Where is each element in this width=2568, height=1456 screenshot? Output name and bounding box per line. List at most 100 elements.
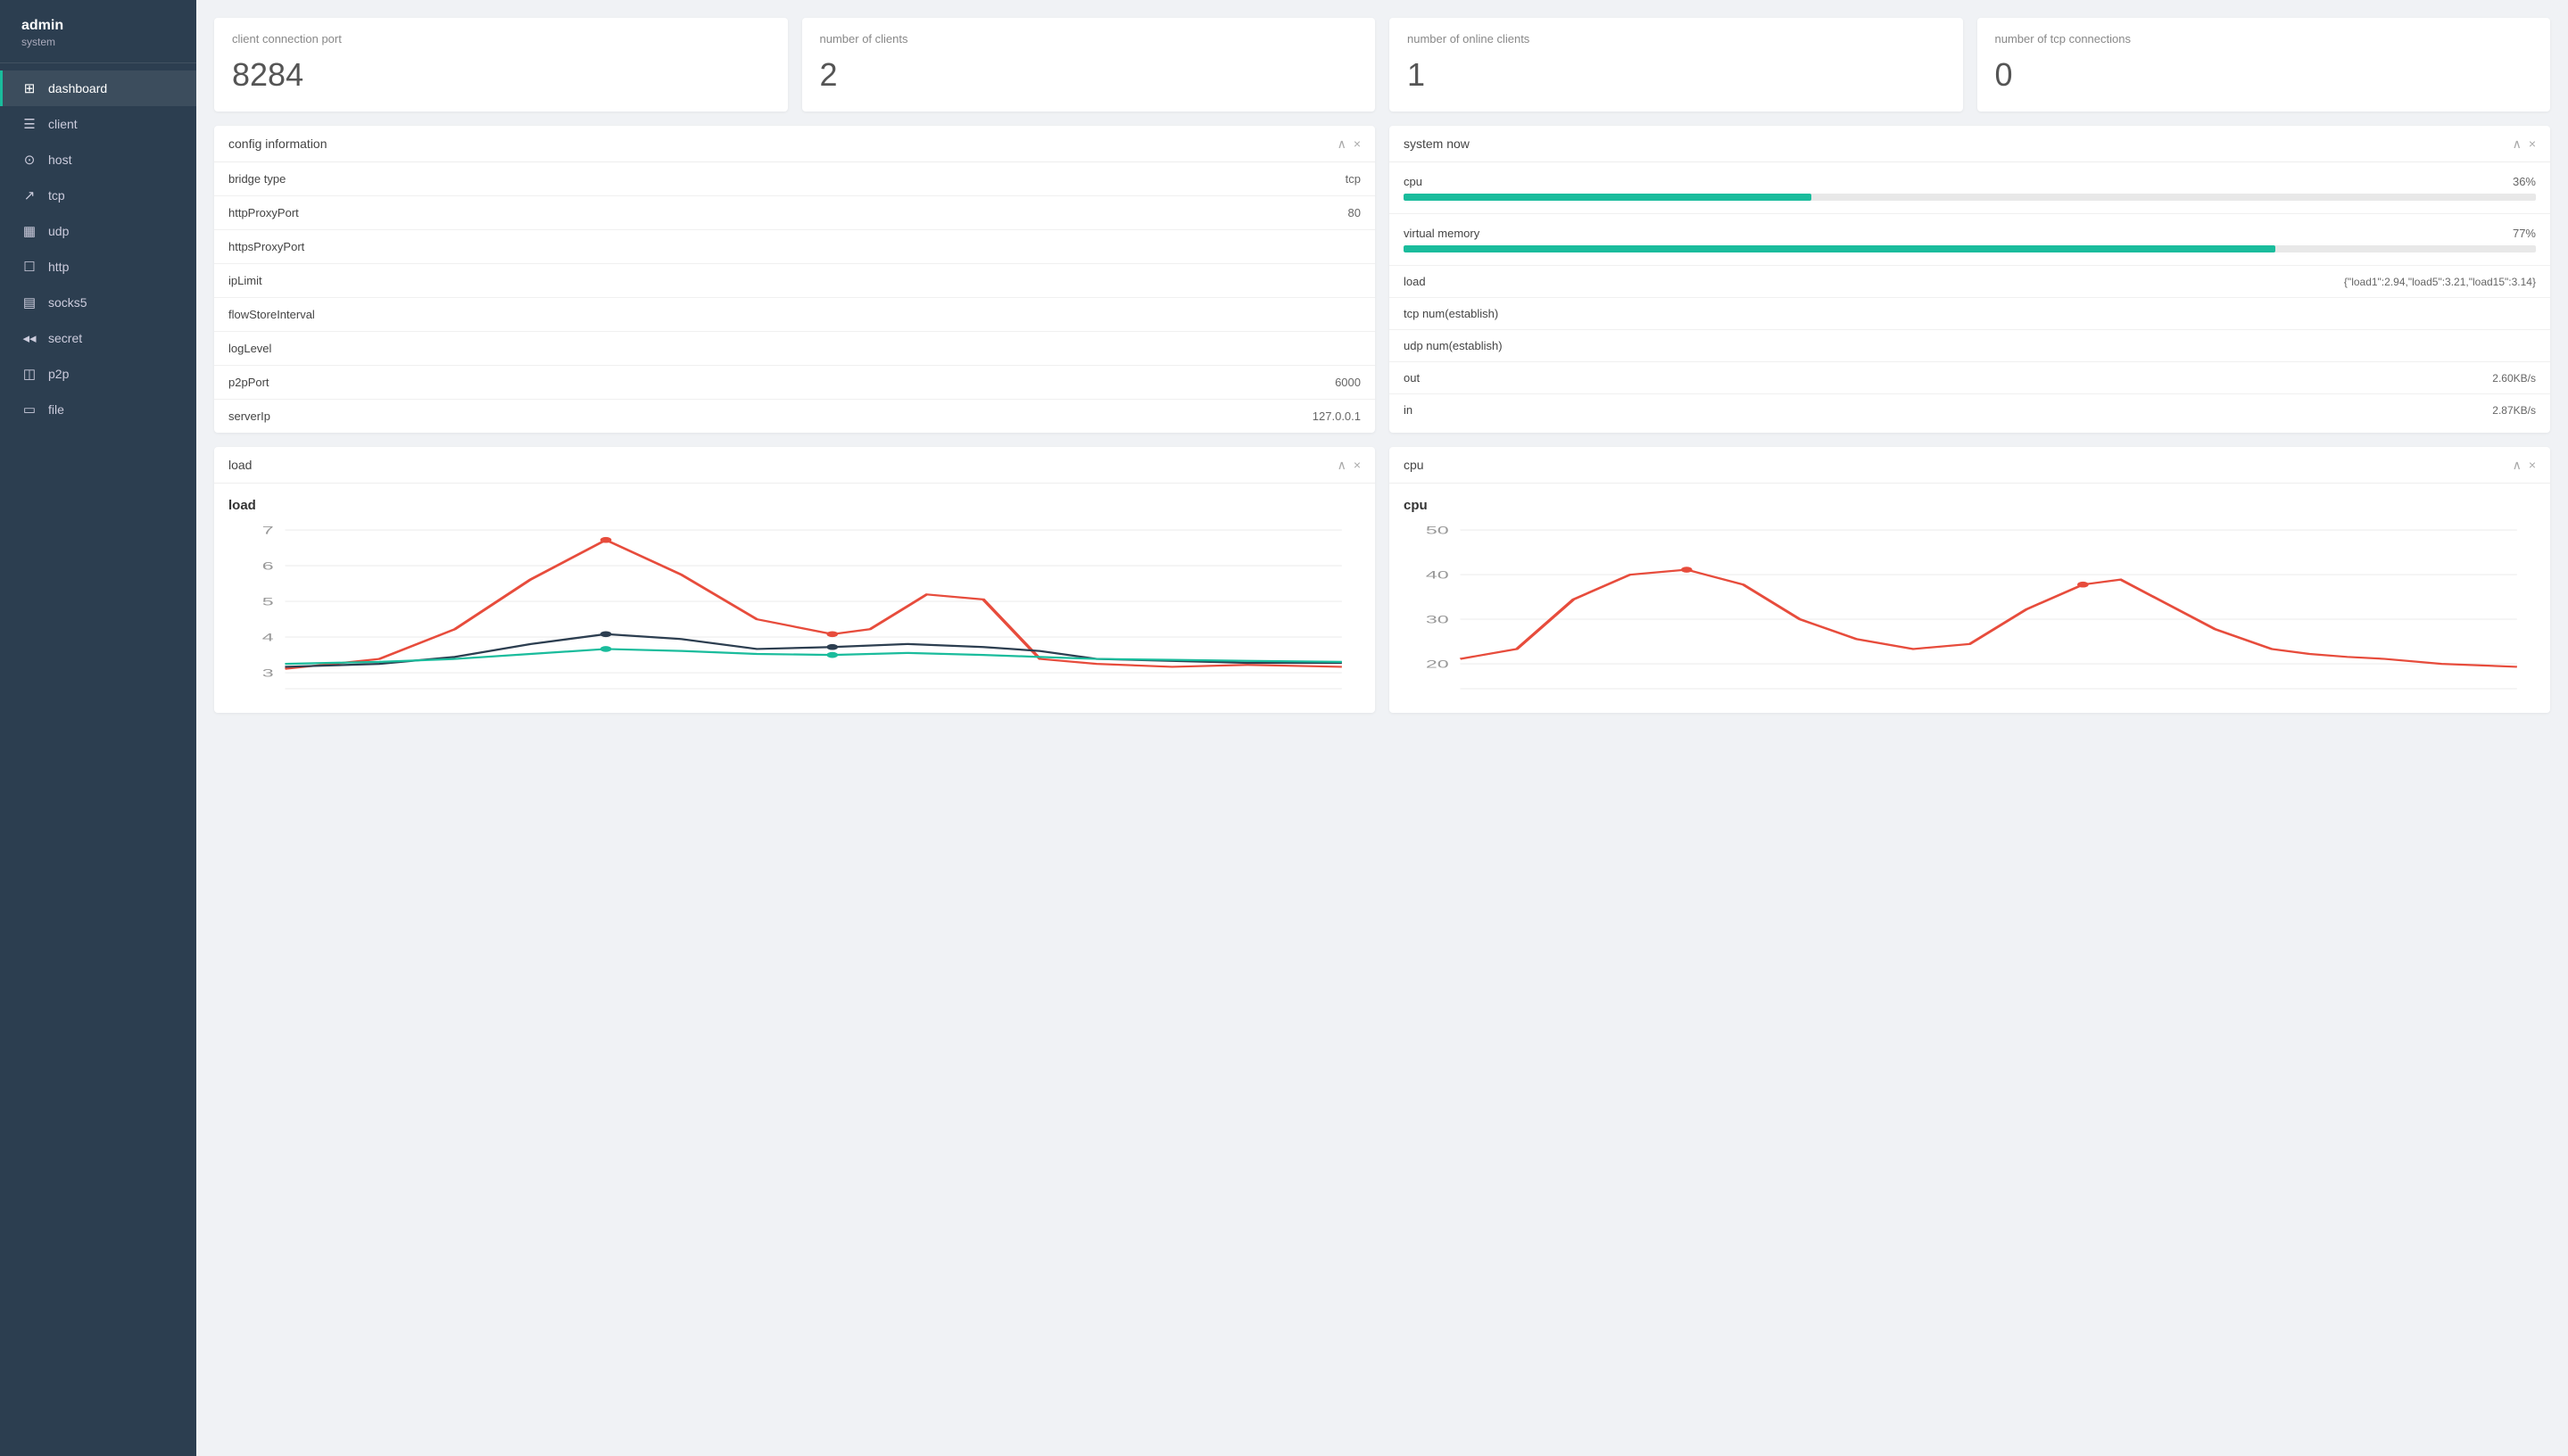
cpu-chart-title: cpu — [1404, 458, 1424, 472]
system-panel: system now ∧ × cpu 36% virtual memory — [1389, 126, 2550, 433]
sidebar-item-http[interactable]: ☐ http — [0, 249, 196, 285]
config-value-server-ip: 127.0.0.1 — [1313, 410, 1361, 423]
config-key-https-proxy-port: httpsProxyPort — [228, 240, 304, 253]
sidebar-item-p2p[interactable]: ◫ p2p — [0, 356, 196, 392]
system-panel-header: system now ∧ × — [1389, 126, 2550, 162]
config-row-server-ip: serverIp 127.0.0.1 — [214, 400, 1375, 433]
client-icon: ☰ — [21, 116, 37, 132]
stat-card-num-clients: number of clients 2 — [802, 18, 1376, 112]
sidebar-item-client[interactable]: ☰ client — [0, 106, 196, 142]
svg-text:30: 30 — [1426, 613, 1449, 625]
system-panel-controls: ∧ × — [2513, 137, 2536, 150]
config-table: bridge type tcp httpProxyPort 80 httpsPr… — [214, 162, 1375, 433]
sidebar-item-label: http — [48, 260, 69, 274]
svg-text:50: 50 — [1426, 524, 1449, 536]
cpu-chart-header: cpu ∧ × — [1389, 447, 2550, 484]
vmem-progress-fill — [1404, 245, 2275, 252]
load-chart-header: load ∧ × — [214, 447, 1375, 484]
load-chart-controls: ∧ × — [1338, 459, 1361, 471]
sidebar-item-dashboard[interactable]: ⊞ dashboard — [0, 70, 196, 106]
tcp-icon: ↗ — [21, 187, 37, 203]
load-chart-title: load — [228, 458, 252, 472]
load-close-button[interactable]: × — [1354, 459, 1361, 471]
config-row-flow-store: flowStoreInterval — [214, 298, 1375, 332]
cpu-chart-container: 50 40 30 20 — [1404, 520, 2536, 699]
sidebar-item-label: tcp — [48, 188, 65, 203]
sidebar-item-label: client — [48, 117, 78, 131]
secret-icon: ◂◂ — [21, 330, 37, 346]
system-collapse-button[interactable]: ∧ — [2513, 137, 2522, 150]
cpu-section: cpu 36% — [1389, 162, 2550, 214]
p2p-icon: ◫ — [21, 366, 37, 382]
config-row-p2p-port: p2pPort 6000 — [214, 366, 1375, 400]
in-key: in — [1404, 403, 1412, 417]
svg-text:6: 6 — [262, 559, 274, 572]
vmem-pct: 77% — [2513, 227, 2536, 240]
system-row-out: out 2.60KB/s — [1389, 362, 2550, 394]
load-key: load — [1404, 275, 1426, 288]
sidebar-header: admin system — [0, 0, 196, 63]
stat-cards-row: client connection port 8284 number of cl… — [214, 18, 2550, 112]
system-row-tcp-establish: tcp num(establish) — [1389, 298, 2550, 330]
system-panel-title: system now — [1404, 136, 1470, 151]
load-chart-panel: load ∧ × load — [214, 447, 1375, 713]
load-chart-inner-title: load — [228, 498, 1361, 513]
svg-text:7: 7 — [262, 524, 274, 536]
sidebar-item-label: socks5 — [48, 295, 87, 310]
tcp-establish-key: tcp num(establish) — [1404, 307, 1498, 320]
main-content: client connection port 8284 number of cl… — [196, 0, 2568, 1456]
config-row-ip-limit: ipLimit — [214, 264, 1375, 298]
cpu-chart-svg: 50 40 30 20 — [1404, 520, 2536, 699]
udp-establish-key: udp num(establish) — [1404, 339, 1503, 352]
sidebar-item-label: p2p — [48, 367, 69, 381]
stat-value-connection-port: 8284 — [232, 56, 770, 94]
config-key-p2p-port: p2pPort — [228, 376, 269, 389]
config-key-flow-store: flowStoreInterval — [228, 308, 315, 321]
svg-text:20: 20 — [1426, 658, 1449, 670]
cpu-progress-bg — [1404, 194, 2536, 201]
load-collapse-button[interactable]: ∧ — [1338, 459, 1346, 471]
config-key-http-proxy-port: httpProxyPort — [228, 206, 299, 219]
cpu-chart-inner-title: cpu — [1404, 498, 2536, 513]
cpu-label: cpu — [1404, 175, 1422, 188]
sidebar-item-label: host — [48, 153, 71, 167]
vmem-progress-bg — [1404, 245, 2536, 252]
load-chart-container: 7 6 5 4 3 — [228, 520, 1361, 699]
load-chart-body: load 7 6 5 4 3 — [214, 484, 1375, 713]
config-panel: config information ∧ × bridge type tcp h… — [214, 126, 1375, 433]
load-chart-svg: 7 6 5 4 3 — [228, 520, 1361, 699]
system-row-load: load {"load1":2.94,"load5":3.21,"load15"… — [1389, 266, 2550, 298]
sidebar-item-secret[interactable]: ◂◂ secret — [0, 320, 196, 356]
cpu-chart-body: cpu 50 40 30 20 — [1389, 484, 2550, 713]
config-key-server-ip: serverIp — [228, 410, 270, 423]
system-close-button[interactable]: × — [2529, 137, 2536, 150]
stat-label-tcp-connections: number of tcp connections — [1995, 32, 2533, 46]
stat-label-connection-port: client connection port — [232, 32, 770, 46]
cpu-chart-panel: cpu ∧ × cpu 50 — [1389, 447, 2550, 713]
stat-card-tcp-connections: number of tcp connections 0 — [1977, 18, 2551, 112]
dashboard-icon: ⊞ — [21, 80, 37, 96]
in-value: 2.87KB/s — [2492, 404, 2536, 417]
sidebar-item-host[interactable]: ⊙ host — [0, 142, 196, 178]
sidebar-item-label: file — [48, 402, 64, 417]
svg-text:3: 3 — [262, 666, 274, 679]
cpu-chart-controls: ∧ × — [2513, 459, 2536, 471]
config-key-log-level: logLevel — [228, 342, 271, 355]
sidebar-item-udp[interactable]: ▦ udp — [0, 213, 196, 249]
cpu-close-button[interactable]: × — [2529, 459, 2536, 471]
config-row-log-level: logLevel — [214, 332, 1375, 366]
config-value-http-proxy-port: 80 — [1348, 206, 1361, 219]
cpu-collapse-button[interactable]: ∧ — [2513, 459, 2522, 471]
sidebar-item-file[interactable]: ▭ file — [0, 392, 196, 427]
sidebar-item-tcp[interactable]: ↗ tcp — [0, 178, 196, 213]
load-value: {"load1":2.94,"load5":3.21,"load15":3.14… — [2344, 276, 2536, 288]
config-key-bridge-type: bridge type — [228, 172, 286, 186]
config-close-button[interactable]: × — [1354, 137, 1361, 150]
middle-panels-row: config information ∧ × bridge type tcp h… — [214, 126, 2550, 433]
sidebar-item-label: udp — [48, 224, 69, 238]
svg-text:5: 5 — [262, 595, 274, 608]
stat-card-connection-port: client connection port 8284 — [214, 18, 788, 112]
sidebar-item-socks5[interactable]: ▤ socks5 — [0, 285, 196, 320]
config-panel-controls: ∧ × — [1338, 137, 1361, 150]
config-collapse-button[interactable]: ∧ — [1338, 137, 1346, 150]
